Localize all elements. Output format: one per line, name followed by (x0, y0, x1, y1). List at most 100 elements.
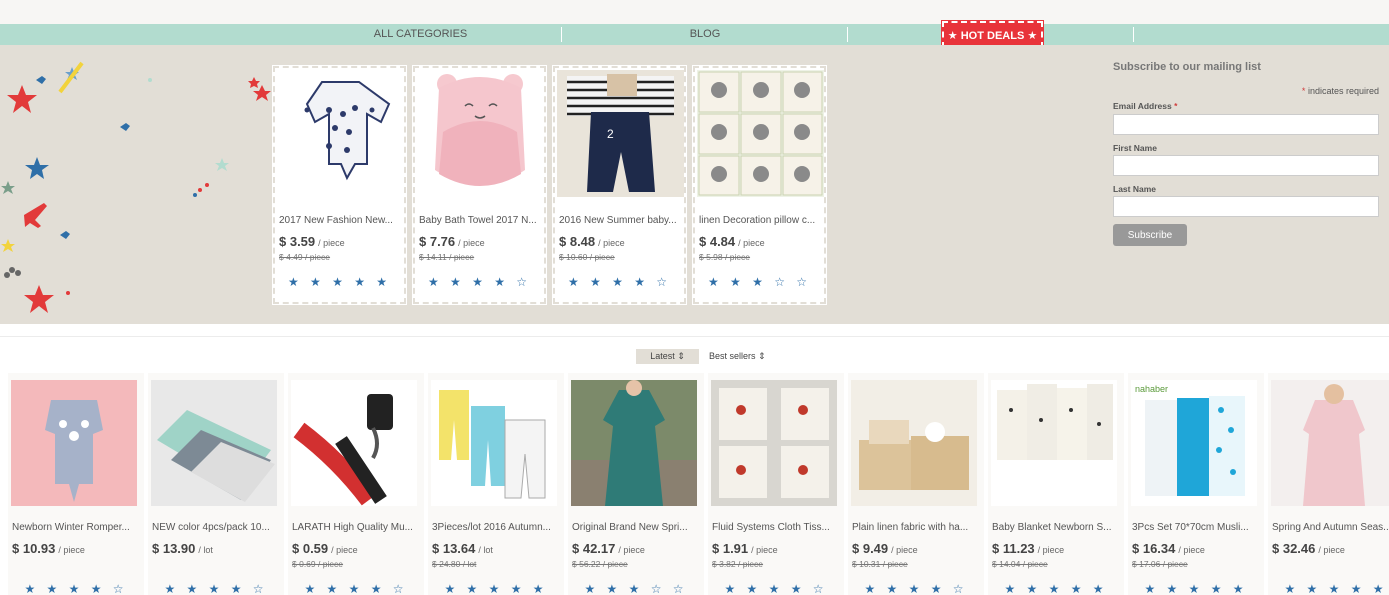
product-title[interactable]: 3Pieces/lot 2016 Autumn... (432, 522, 552, 533)
baby-towel-image (417, 70, 544, 197)
price-unit: / lot (198, 545, 213, 555)
subscribe-button[interactable]: Subscribe (1113, 224, 1187, 246)
product-image[interactable] (571, 380, 697, 506)
rating-stars-icon: ★ ★ ★ ★ ★ (1284, 582, 1388, 595)
sort-latest-button[interactable]: Latest ⇕ (636, 349, 699, 364)
product-price: $ 13.90/ lot (152, 541, 213, 556)
product-image[interactable] (1271, 380, 1389, 506)
email-field[interactable] (1113, 114, 1379, 135)
top-strip (0, 0, 1389, 24)
product-title[interactable]: 3Pcs Set 70*70cm Musli... (1132, 522, 1252, 533)
muslin-blankets-image (151, 380, 277, 506)
deal-price: $ 8.48/ piece (559, 234, 625, 249)
deal-card[interactable]: 2017 New Fashion New... $ 3.59/ piece $ … (272, 65, 407, 305)
deal-image[interactable] (697, 70, 824, 197)
deal-old-price: $ 14.11 / piece (419, 252, 475, 262)
deal-old-price: $ 5.98 / piece (699, 252, 751, 262)
deal-title[interactable]: Baby Bath Towel 2017 N... (419, 215, 539, 226)
product-card[interactable]: Fluid Systems Cloth Tiss... $ 1.91/ piece… (708, 373, 844, 595)
product-price: $ 32.46/ piece (1272, 541, 1345, 556)
product-image[interactable] (991, 380, 1117, 506)
deal-card[interactable]: 2 2016 New Summer baby... $ 8.48/ piece … (552, 65, 687, 305)
product-title[interactable]: Spring And Autumn Seas... (1272, 522, 1389, 533)
cat-pillow-image (697, 70, 824, 197)
product-image[interactable] (291, 380, 417, 506)
product-title[interactable]: Plain linen fabric with ha... (852, 522, 972, 533)
product-title[interactable]: NEW color 4pcs/pack 10... (152, 522, 272, 533)
last-name-label: Last Name (1113, 184, 1156, 194)
product-title[interactable]: Newborn Winter Romper... (12, 522, 132, 533)
deal-old-price: $ 10.60 / piece (559, 252, 615, 262)
deal-price: $ 4.84/ piece (699, 234, 765, 249)
rating-stars-icon: ★ ★ ★ ☆ ☆ (707, 275, 812, 289)
price-unit: / piece (891, 545, 918, 555)
deal-image[interactable] (417, 70, 544, 197)
deal-price: $ 7.76/ piece (419, 234, 485, 249)
first-name-label: First Name (1113, 143, 1157, 153)
rating-stars-icon: ★ ★ ★ ★ ★ (1004, 582, 1108, 595)
rating-stars-icon: ★ ★ ★ ☆ ☆ (584, 582, 688, 595)
first-name-field[interactable] (1113, 155, 1379, 176)
main-nav: ALL CATEGORIES BLOG (0, 24, 1389, 45)
subscribe-title: Subscribe to our mailing list (1113, 61, 1261, 73)
product-card[interactable]: Plain linen fabric with ha... $ 9.49/ pie… (848, 373, 984, 595)
product-card[interactable]: Baby Blanket Newborn S... $ 11.23/ piece $… (988, 373, 1124, 595)
price-unit: / lot (478, 545, 493, 555)
product-image[interactable]: nahaber (1131, 380, 1257, 506)
rating-stars-icon: ★ ★ ★ ★ ★ (1144, 582, 1248, 595)
deal-image[interactable] (277, 70, 404, 197)
pink-robe-image (1271, 380, 1389, 506)
nav-blog[interactable]: BLOG (562, 24, 848, 45)
product-price: $ 10.93/ piece (12, 541, 85, 556)
product-card[interactable]: Original Brand New Spri... $ 42.17/ piece… (568, 373, 704, 595)
product-card[interactable]: nahaber 3Pcs Set 70*70cm Musli... $ 16.34/… (1128, 373, 1264, 595)
email-label-text: Email Address (1113, 101, 1172, 111)
hot-deals-section: 2017 New Fashion New... $ 3.59/ piece $ … (0, 45, 1389, 324)
price-unit: / piece (1178, 545, 1205, 555)
deal-card[interactable]: linen Decoration pillow c... $ 4.84/ pie… (692, 65, 827, 305)
svg-text:2: 2 (607, 127, 614, 141)
product-card[interactable]: 3Pieces/lot 2016 Autumn... $ 13.64/ lot $ … (428, 373, 564, 595)
price-value: $ 8.48 (559, 234, 596, 249)
product-price: $ 42.17/ piece (572, 541, 645, 556)
product-old-price: $ 24.80 / lot (432, 559, 477, 569)
product-title[interactable]: LARATH High Quality Mu... (292, 522, 412, 533)
price-value: $ 4.84 (699, 234, 736, 249)
product-image[interactable] (851, 380, 977, 506)
product-title[interactable]: Baby Blanket Newborn S... (992, 522, 1112, 533)
price-unit: / piece (738, 238, 765, 248)
product-image[interactable] (431, 380, 557, 506)
deal-title[interactable]: 2016 New Summer baby... (559, 215, 679, 226)
price-value: $ 13.90 (152, 541, 196, 556)
product-card[interactable]: Newborn Winter Romper... $ 10.93/ piece ★ … (8, 373, 144, 595)
deal-title[interactable]: linen Decoration pillow c... (699, 215, 819, 226)
teal-dress-image (571, 380, 697, 506)
product-image[interactable] (151, 380, 277, 506)
product-title[interactable]: Original Brand New Spri... (572, 522, 692, 533)
nav-all-categories[interactable]: ALL CATEGORIES (280, 24, 561, 45)
price-value: $ 0.59 (292, 541, 329, 556)
price-unit: / piece (318, 238, 345, 248)
product-old-price: $ 56.22 / piece (572, 559, 628, 569)
rating-stars-icon: ★ ★ ★ ★ ☆ (24, 582, 128, 595)
product-image[interactable] (11, 380, 137, 506)
product-old-price: $ 0.69 / piece (292, 559, 344, 569)
product-card[interactable]: Spring And Autumn Seas... $ 32.46/ piece ★… (1268, 373, 1389, 595)
deal-image[interactable]: 2 (557, 70, 684, 197)
required-marker: * (1301, 86, 1306, 96)
deal-card[interactable]: Baby Bath Towel 2017 N... $ 7.76/ piece … (412, 65, 547, 305)
price-value: $ 42.17 (572, 541, 616, 556)
required-note: * indicates required (1302, 86, 1379, 96)
nav-hot-deals[interactable]: ★ HOT DEALS ★ (941, 20, 1044, 49)
star-icon: ★ (1027, 30, 1038, 42)
product-card[interactable]: LARATH High Quality Mu... $ 0.59/ piece $ … (288, 373, 424, 595)
product-image[interactable] (711, 380, 837, 506)
last-name-field[interactable] (1113, 196, 1379, 217)
baby-blanket-image (991, 380, 1117, 506)
sort-best-sellers-button[interactable]: Best sellers ⇕ (709, 349, 766, 364)
product-card[interactable]: NEW color 4pcs/pack 10... $ 13.90/ lot ★ ★… (148, 373, 284, 595)
deal-title[interactable]: 2017 New Fashion New... (279, 215, 399, 226)
product-title[interactable]: Fluid Systems Cloth Tiss... (712, 522, 832, 533)
muslin-swaddle-image: nahaber (1131, 380, 1257, 506)
price-value: $ 13.64 (432, 541, 476, 556)
